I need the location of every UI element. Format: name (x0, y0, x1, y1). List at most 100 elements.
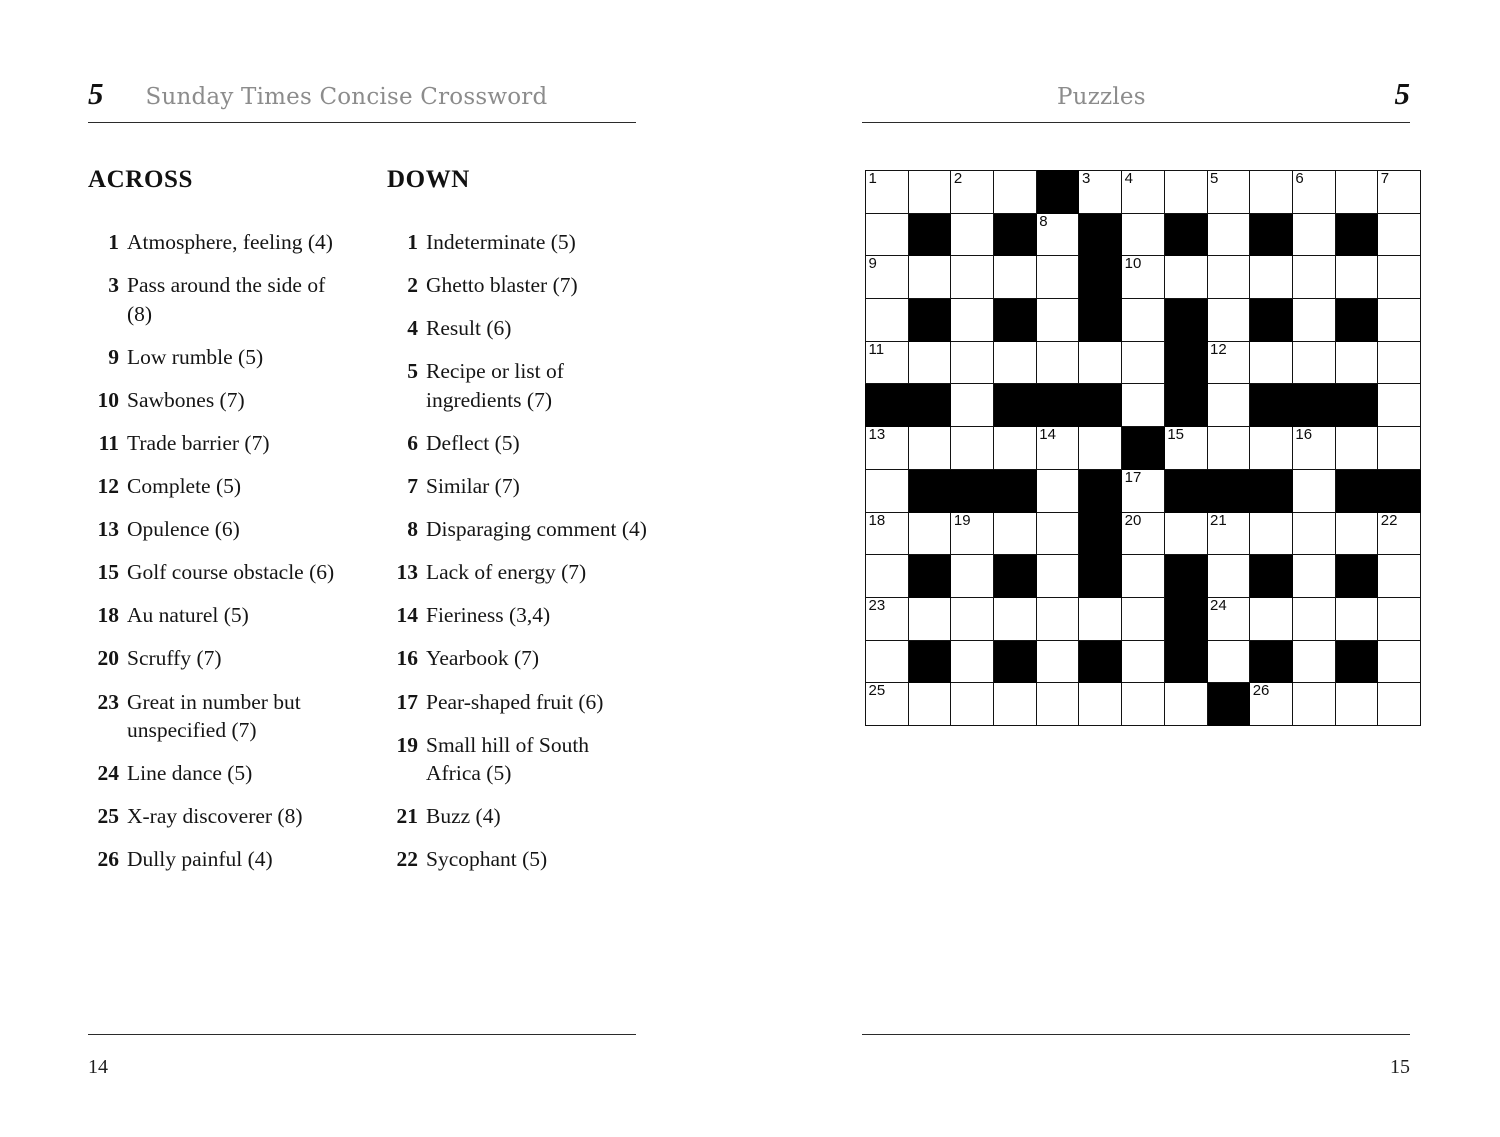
crossword-grid[interactable]: 1 2 3 4 5 6 7 8 9 10 11 12 13 14 15 16 17 18 19 20 21 22 23 24 2… (865, 170, 1421, 726)
crossword-cell[interactable]: 22 (1377, 511, 1421, 556)
crossword-cell[interactable] (1078, 340, 1123, 385)
crossword-cell[interactable] (1249, 255, 1293, 300)
clue-item[interactable]: 13 Lack of energy (7) (387, 558, 648, 587)
crossword-cell[interactable] (1121, 639, 1165, 684)
crossword-cell[interactable] (1078, 596, 1123, 641)
crossword-cell[interactable] (1206, 554, 1251, 598)
crossword-cell[interactable] (1035, 682, 1080, 726)
crossword-cell[interactable] (1035, 468, 1080, 513)
crossword-cell[interactable] (1377, 426, 1421, 470)
crossword-cell[interactable] (907, 511, 952, 556)
crossword-cell[interactable] (1291, 596, 1336, 641)
crossword-cell[interactable] (950, 682, 995, 726)
clue-item[interactable]: 6 Deflect (5) (387, 429, 648, 458)
crossword-cell[interactable] (1377, 340, 1421, 385)
crossword-cell[interactable]: 10 (1121, 255, 1165, 300)
clue-item[interactable]: 3 Pass around the side of (8) (88, 271, 349, 328)
crossword-cell[interactable]: 13 (865, 426, 909, 470)
clue-item[interactable]: 19 Small hill of South Africa (5) (387, 731, 648, 788)
crossword-cell[interactable]: 25 (865, 682, 909, 726)
crossword-cell[interactable] (1249, 511, 1293, 556)
crossword-cell[interactable]: 24 (1206, 596, 1251, 641)
crossword-cell[interactable] (993, 596, 1037, 641)
crossword-cell[interactable] (993, 340, 1037, 385)
crossword-cell[interactable] (865, 554, 909, 598)
crossword-cell[interactable] (1377, 554, 1421, 598)
crossword-cell[interactable] (1291, 511, 1336, 556)
crossword-cell[interactable] (1121, 383, 1165, 428)
crossword-cell[interactable] (865, 468, 909, 513)
crossword-cell[interactable] (865, 212, 909, 257)
crossword-cell[interactable] (1121, 682, 1165, 726)
crossword-cell[interactable] (1206, 255, 1251, 300)
clue-item[interactable]: 5 Recipe or list of ingredients (7) (387, 357, 648, 414)
crossword-cell[interactable] (1121, 554, 1165, 598)
crossword-cell[interactable]: 3 (1078, 170, 1123, 214)
crossword-cell[interactable] (865, 639, 909, 684)
clue-item[interactable]: 24 Line dance (5) (88, 759, 349, 788)
crossword-cell[interactable] (950, 426, 995, 470)
crossword-cell[interactable] (907, 596, 952, 641)
crossword-cell[interactable] (907, 426, 952, 470)
crossword-cell[interactable] (1121, 340, 1165, 385)
crossword-cell[interactable] (1377, 298, 1421, 342)
crossword-cell[interactable] (1206, 639, 1251, 684)
crossword-cell[interactable] (907, 340, 952, 385)
crossword-cell[interactable]: 17 (1121, 468, 1165, 513)
clue-item[interactable]: 9 Low rumble (5) (88, 343, 349, 372)
clue-item[interactable]: 15 Golf course obstacle (6) (88, 558, 349, 587)
crossword-cell[interactable]: 12 (1206, 340, 1251, 385)
crossword-cell[interactable] (993, 255, 1037, 300)
crossword-cell[interactable] (1163, 511, 1208, 556)
clue-item[interactable]: 25 X-ray discoverer (8) (88, 802, 349, 831)
clue-item[interactable]: 14 Fieriness (3,4) (387, 601, 648, 630)
crossword-cell[interactable] (1377, 383, 1421, 428)
crossword-cell[interactable]: 4 (1121, 170, 1165, 214)
crossword-cell[interactable] (1334, 682, 1379, 726)
clue-item[interactable]: 11 Trade barrier (7) (88, 429, 349, 458)
crossword-cell[interactable]: 20 (1121, 511, 1165, 556)
crossword-cell[interactable] (1291, 212, 1336, 257)
crossword-cell[interactable] (993, 682, 1037, 726)
clue-item[interactable]: 7 Similar (7) (387, 472, 648, 501)
crossword-cell[interactable] (907, 255, 952, 300)
crossword-cell[interactable] (950, 255, 995, 300)
crossword-cell[interactable]: 2 (950, 170, 995, 214)
crossword-cell[interactable] (1078, 682, 1123, 726)
crossword-cell[interactable] (1163, 255, 1208, 300)
crossword-cell[interactable]: 9 (865, 255, 909, 300)
crossword-cell[interactable] (1334, 170, 1379, 214)
crossword-cell[interactable] (907, 682, 952, 726)
clue-item[interactable]: 12 Complete (5) (88, 472, 349, 501)
crossword-cell[interactable] (1377, 682, 1421, 726)
crossword-cell[interactable]: 16 (1291, 426, 1336, 470)
crossword-cell[interactable] (1291, 554, 1336, 598)
clue-item[interactable]: 18 Au naturel (5) (88, 601, 349, 630)
crossword-cell[interactable]: 23 (865, 596, 909, 641)
crossword-cell[interactable] (1291, 639, 1336, 684)
crossword-cell[interactable]: 7 (1377, 170, 1421, 214)
crossword-cell[interactable] (907, 170, 952, 214)
crossword-cell[interactable]: 21 (1206, 511, 1251, 556)
crossword-cell[interactable] (1334, 426, 1379, 470)
crossword-cell[interactable] (1206, 383, 1251, 428)
crossword-cell[interactable]: 26 (1249, 682, 1293, 726)
crossword-cell[interactable] (1035, 340, 1080, 385)
crossword-cell[interactable] (1377, 212, 1421, 257)
clue-item[interactable]: 10 Sawbones (7) (88, 386, 349, 415)
clue-item[interactable]: 1 Atmosphere, feeling (4) (88, 228, 349, 257)
crossword-cell[interactable]: 19 (950, 511, 995, 556)
crossword-cell[interactable] (1206, 298, 1251, 342)
crossword-cell[interactable] (950, 639, 995, 684)
crossword-cell[interactable] (1249, 596, 1293, 641)
crossword-cell[interactable]: 15 (1163, 426, 1208, 470)
crossword-cell[interactable]: 1 (865, 170, 909, 214)
crossword-cell[interactable] (950, 340, 995, 385)
crossword-cell[interactable] (1035, 298, 1080, 342)
clue-item[interactable]: 21 Buzz (4) (387, 802, 648, 831)
clue-item[interactable]: 20 Scruffy (7) (88, 644, 349, 673)
crossword-cell[interactable] (1035, 596, 1080, 641)
crossword-cell[interactable] (993, 426, 1037, 470)
crossword-cell[interactable] (1249, 170, 1293, 214)
crossword-cell[interactable] (1334, 255, 1379, 300)
